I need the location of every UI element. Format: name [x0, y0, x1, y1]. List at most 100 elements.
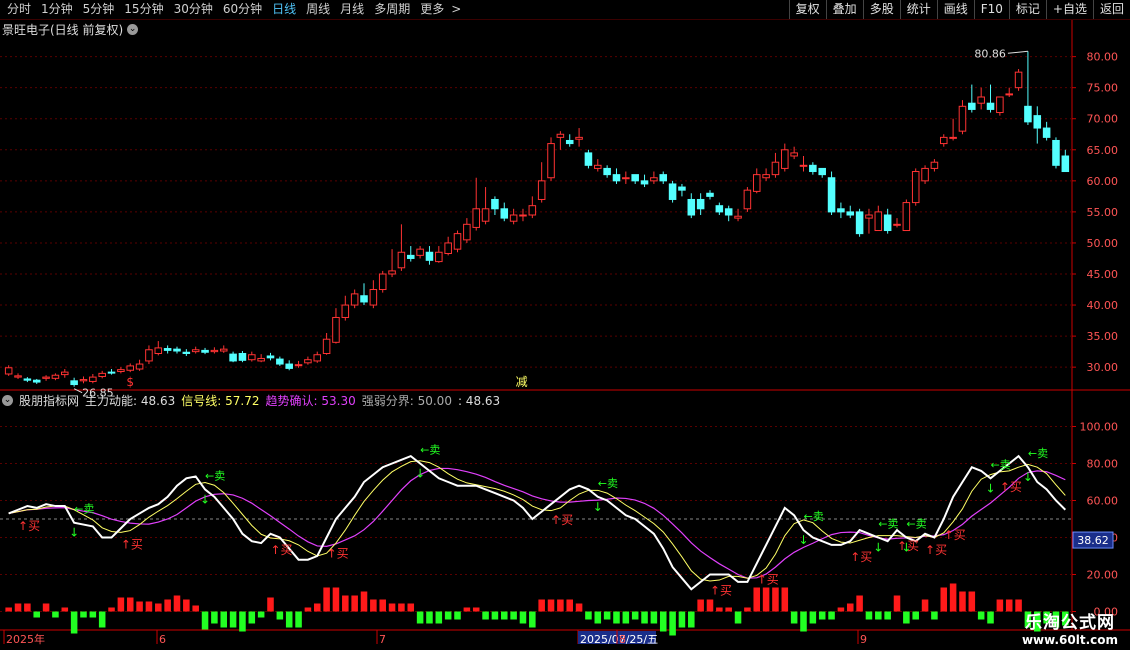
candle-body [1052, 139, 1060, 166]
momentum-bar-up [706, 599, 714, 612]
watermark: 乐淘公式网 www.60lt.com [1022, 608, 1118, 647]
candle-body [519, 214, 527, 217]
momentum-bar-up [136, 601, 143, 612]
toolbar-button-4[interactable]: 画线 [936, 0, 974, 19]
momentum-bar-up [772, 587, 779, 612]
candle-body [902, 202, 911, 232]
buy-signal: ↑买 [757, 572, 779, 586]
momentum-bar-up [949, 583, 957, 612]
tab-10[interactable]: 更多 [415, 0, 449, 19]
sell-arrow-icon: ↓ [1023, 470, 1033, 484]
tab-9[interactable]: 多周期 [369, 0, 415, 19]
momentum-bar-down [828, 611, 835, 620]
momentum-bar-up [575, 603, 583, 612]
candle-body [32, 379, 41, 383]
momentum-bar-down [931, 611, 938, 620]
candle-body [14, 375, 22, 378]
buy-signal: ↑买 [271, 543, 293, 557]
momentum-bar-up [407, 603, 415, 612]
signal-label: 信号线: 57.72 [181, 394, 260, 408]
momentum-bar-up [781, 587, 789, 612]
tab-8[interactable]: 月线 [335, 0, 369, 19]
momentum-bar-down [239, 611, 246, 632]
candle-body [603, 167, 611, 176]
toolbar-button-0[interactable]: 复权 [788, 0, 826, 19]
tab-6[interactable]: 日线 [267, 0, 301, 19]
price-tick-label: 55.00 [1087, 206, 1119, 219]
tab-4[interactable]: 30分钟 [169, 0, 218, 19]
momentum-bar-up [117, 597, 125, 612]
candle-body [706, 192, 714, 197]
candle-body [575, 136, 583, 140]
price-tick-label: 35.00 [1087, 330, 1119, 343]
candle-body [986, 102, 995, 110]
momentum-bar-up [267, 597, 274, 612]
tab-3[interactable]: 15分钟 [119, 0, 168, 19]
toolbar-button-1[interactable]: 叠加 [825, 0, 863, 19]
candle-body [341, 304, 350, 318]
momentum-bar-down [52, 611, 59, 618]
candle-body [23, 378, 32, 381]
chevron-down-icon[interactable]: ⌄ [127, 24, 139, 35]
candle-body [51, 374, 60, 379]
indicator-title-bar: ⌄ 股朋指标网 主力动能: 48.63 信号线: 57.72 趋势确认: 53.… [2, 392, 500, 409]
toolbar-button-2[interactable]: 多股 [862, 0, 900, 19]
candle-body [219, 348, 228, 352]
momentum-bar-up [14, 603, 22, 612]
candle-body [61, 371, 69, 376]
candle-body [874, 211, 883, 232]
momentum-bar-up [996, 599, 1004, 612]
candle-body [762, 174, 770, 179]
momentum-bar-down [678, 611, 686, 628]
momentum-bar-down [669, 611, 676, 636]
candle-body [416, 248, 424, 256]
marker-s: $ [126, 375, 134, 389]
toolbar-button-7[interactable]: +自选 [1045, 0, 1093, 19]
tab-1[interactable]: 1分钟 [36, 0, 78, 19]
candle-body [89, 376, 97, 382]
tab-0[interactable]: 分时 [2, 0, 36, 19]
sell-arrow-icon: ↓ [69, 526, 79, 540]
chevron-right-icon[interactable]: > [449, 0, 463, 19]
candle-body [229, 353, 237, 362]
candle-body [1042, 127, 1051, 138]
candle-body [781, 149, 789, 169]
candle-body [117, 369, 125, 373]
buy-signal: ↑买 [710, 584, 732, 598]
tab-7[interactable]: 周线 [301, 0, 335, 19]
candle-body [322, 338, 331, 354]
momentum-bar-up [360, 591, 368, 612]
high-pointer [1007, 50, 1028, 54]
momentum-bar-up [342, 595, 349, 612]
toolbar-button-6[interactable]: 标记 [1008, 0, 1046, 19]
toolbar-button-5[interactable]: F10 [973, 0, 1009, 19]
kline-chart[interactable]: 80.00 75.00 70.00 65.00 60.00 55.00 50.00 45.00… [0, 20, 1130, 650]
momentum-bar-up [1015, 599, 1022, 612]
momentum-bar-down [435, 611, 443, 624]
toolbar-button-3[interactable]: 统计 [899, 0, 937, 19]
candle-body [921, 167, 929, 182]
momentum-bar-up [893, 595, 901, 612]
tab-2[interactable]: 5分钟 [78, 0, 120, 19]
chevron-down-icon[interactable]: ⌄ [2, 395, 13, 406]
momentum-bar-down [80, 611, 87, 618]
momentum-bar-up [332, 587, 340, 612]
main-label: 主力动能: 48.63 [85, 394, 176, 408]
tab-5[interactable]: 60分钟 [218, 0, 267, 19]
momentum-bar-down [482, 611, 489, 620]
trend-label: 趋势确认: 53.30 [265, 394, 356, 408]
candle-body [491, 198, 499, 210]
candle-body [734, 215, 742, 219]
momentum-bar-up [370, 599, 377, 612]
candle-body [369, 289, 378, 306]
candle-body [266, 355, 275, 359]
sell-signal: ←卖 [906, 518, 926, 531]
candle-body [332, 316, 340, 343]
candle-body [678, 186, 686, 191]
candle-body [173, 348, 181, 352]
momentum-bar-up [145, 601, 153, 612]
candle-body [1061, 155, 1070, 173]
toolbar-button-8[interactable]: 返回 [1092, 0, 1130, 19]
candle-body [827, 177, 836, 213]
momentum-bar-up [183, 599, 190, 612]
